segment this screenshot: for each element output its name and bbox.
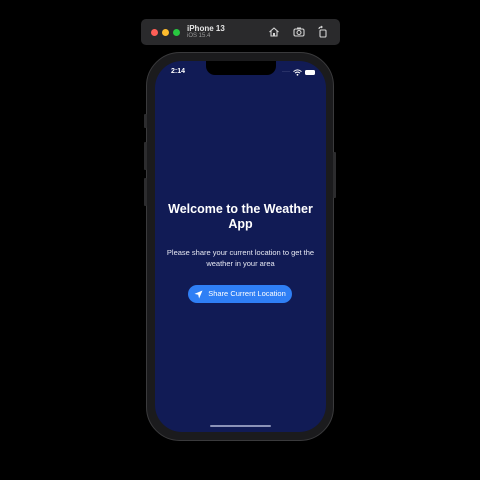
volume-down-button [144,178,147,206]
stage: iPhone 13 iOS 15.4 2:14 ···· Welcome to … [0,0,480,480]
mute-switch [144,114,147,128]
location-arrow-icon [194,290,203,299]
app-screen: 2:14 ···· Welcome to the Weather App Ple… [155,61,326,432]
battery-icon [305,69,315,75]
device-name: iPhone 13 [187,24,225,33]
home-icon[interactable] [267,25,281,39]
close-window-button[interactable] [151,29,158,36]
zoom-window-button[interactable] [173,29,180,36]
volume-up-button [144,142,147,170]
status-time: 2:14 [171,68,186,75]
screenshot-icon[interactable] [292,25,306,39]
os-version: iOS 15.4 [187,33,211,39]
notch [206,61,276,75]
signal-dots: ···· [282,69,290,75]
rotate-icon[interactable] [316,25,330,39]
welcome-title: Welcome to the Weather App [168,202,313,231]
wifi-icon [293,68,302,76]
home-indicator[interactable] [210,425,271,427]
share-location-button[interactable]: Share Current Location [188,285,292,303]
minimize-window-button[interactable] [162,29,169,36]
power-button [333,152,336,198]
location-prompt: Please share your current location to ge… [166,248,315,268]
status-indicators: ···· [282,68,315,76]
simulator-toolbar: iPhone 13 iOS 15.4 [141,19,340,45]
share-location-label: Share Current Location [208,289,286,298]
